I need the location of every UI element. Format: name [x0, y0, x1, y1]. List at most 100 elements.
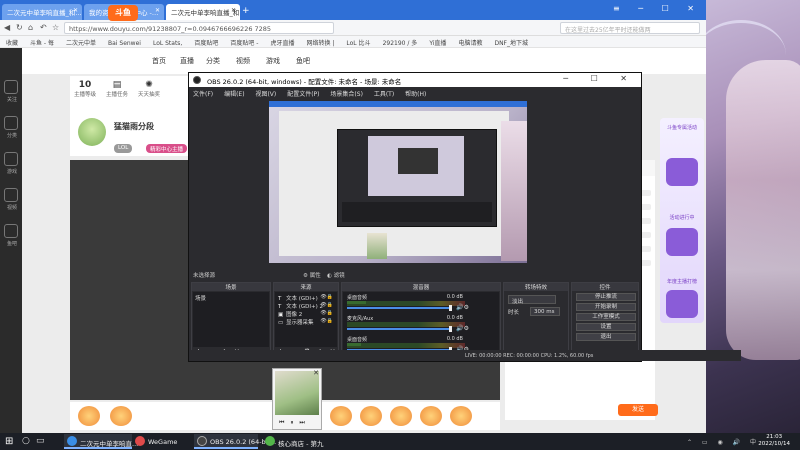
- bookmark-item[interactable]: LoL Stats,: [147, 38, 188, 47]
- taskbar-app-browser[interactable]: 二次元中单李响直...: [64, 434, 138, 449]
- menu-profile[interactable]: 配置文件(P): [287, 91, 319, 98]
- mixer-controls-icon[interactable]: 🔊⚙: [456, 325, 469, 332]
- mixer-controls-icon[interactable]: 🔊⚙: [456, 304, 469, 311]
- nav-live[interactable]: 直播: [180, 56, 194, 66]
- nav-video[interactable]: 视频: [236, 56, 250, 66]
- menu-edit[interactable]: 编辑(E): [224, 91, 244, 98]
- bookmark-item[interactable]: 网络转换 |: [300, 36, 340, 47]
- streamer-name[interactable]: 猛猫雨分段: [114, 121, 154, 132]
- stat-level[interactable]: 10 主播等级: [70, 80, 100, 98]
- task-view-icon[interactable]: ▭: [36, 436, 45, 446]
- browser-window-controls[interactable]: ≡ ─ ☐ ✕: [613, 4, 702, 13]
- browser-tab-3[interactable]: 二次元中单李响直播_和… ✕: [166, 4, 240, 20]
- nav-category[interactable]: 分类: [206, 56, 220, 66]
- gift-icon[interactable]: [78, 406, 100, 426]
- obs-window-controls[interactable]: ─ ☐ ✕: [563, 74, 637, 83]
- taskbar-app-wegame[interactable]: WeGame: [132, 434, 192, 449]
- duration-input[interactable]: 300 ms: [530, 307, 560, 316]
- taskbar-clock[interactable]: 21:03 2022/10/14: [758, 434, 790, 448]
- close-icon[interactable]: ✕: [313, 369, 319, 377]
- bookmark-item[interactable]: 292190 / 多: [377, 36, 424, 47]
- eye-icon[interactable]: 👁🔒: [320, 318, 333, 324]
- obs-preview-canvas[interactable]: [269, 101, 527, 263]
- home-icon[interactable]: ⌂: [28, 23, 33, 32]
- nav-game[interactable]: 游戏: [266, 56, 280, 66]
- taskbar-app-obs[interactable]: OBS 26.0.2 (64-bit...: [194, 434, 276, 449]
- close-icon[interactable]: ✕: [231, 7, 236, 14]
- eye-icon[interactable]: 👁🔒: [320, 310, 333, 316]
- source-item[interactable]: T 文本 (GDI+): [278, 294, 318, 302]
- gift-icon[interactable]: [110, 406, 132, 426]
- stop-streaming-button[interactable]: 停止推流: [576, 293, 636, 301]
- bookmark-item[interactable]: Yi直播: [423, 36, 452, 47]
- gift-icon[interactable]: [360, 406, 382, 426]
- streamer-avatar[interactable]: [78, 118, 106, 146]
- bookmark-item[interactable]: 二次元中单: [60, 36, 102, 47]
- bookmark-item[interactable]: 百度贴吧: [188, 36, 224, 47]
- bookmark-item[interactable]: DNF_地下城: [488, 36, 534, 47]
- sidebar-item-follow[interactable]: 关注: [4, 80, 18, 103]
- start-recording-button[interactable]: 开始录制: [576, 303, 636, 311]
- source-item[interactable]: ▣ 图像 2: [278, 310, 302, 318]
- bookmark-item[interactable]: 百度贴吧 -: [224, 36, 264, 47]
- properties-button[interactable]: ⚙ 属性: [303, 271, 321, 279]
- close-icon[interactable]: ✕: [73, 7, 78, 14]
- obs-titlebar[interactable]: OBS 26.0.2 (64-bit, windows) - 配置文件: 未命名…: [189, 73, 641, 87]
- studio-mode-button[interactable]: 工作室模式: [576, 313, 636, 321]
- menu-help[interactable]: 帮助(H): [405, 91, 426, 98]
- menu-view[interactable]: 视图(V): [255, 91, 276, 98]
- search-input[interactable]: 在这里过去25亿年平时还能做两: [560, 22, 700, 34]
- system-tray[interactable]: ⌃ ▭ ◉ 🔊 中: [687, 437, 760, 446]
- search-icon[interactable]: ○: [22, 436, 30, 446]
- bookmark-item[interactable]: LoL 比斗: [340, 36, 376, 47]
- stat-task[interactable]: ▤ 主播任务: [102, 80, 132, 98]
- sidebar-item-category[interactable]: 分类: [4, 116, 18, 139]
- send-button[interactable]: 发送: [618, 404, 658, 416]
- sidebar-item-video[interactable]: 视频: [4, 188, 18, 211]
- volume-slider-knob[interactable]: [449, 326, 452, 332]
- url-input[interactable]: https://www.douyu.com/91238807_r=0.09467…: [64, 22, 334, 34]
- douyu-logo[interactable]: 斗鱼: [108, 5, 138, 21]
- room-tag-1[interactable]: LOL: [114, 144, 133, 153]
- new-tab-button[interactable]: +: [242, 6, 252, 16]
- bookmark-item[interactable]: 收藏: [0, 36, 24, 47]
- gift-icon[interactable]: [330, 406, 352, 426]
- gift-icon[interactable]: [450, 406, 472, 426]
- bookmark-item[interactable]: 电脑请教: [452, 36, 488, 47]
- back-icon[interactable]: ◀: [4, 23, 10, 32]
- media-controls[interactable]: ⏮⏸⏭: [279, 419, 311, 427]
- volume-slider[interactable]: [347, 328, 451, 330]
- sidebar-item-yuba[interactable]: 鱼吧: [4, 224, 18, 247]
- menu-tools[interactable]: 工具(T): [374, 91, 394, 98]
- volume-slider-knob[interactable]: [449, 305, 452, 311]
- gift-icon[interactable]: [420, 406, 442, 426]
- nav-home[interactable]: 首页: [152, 56, 166, 66]
- bookmark-item[interactable]: 斗鱼 - 每: [24, 36, 60, 47]
- media-thumbnail[interactable]: [275, 371, 319, 415]
- eye-icon[interactable]: 👁🔒: [320, 294, 333, 300]
- source-item[interactable]: ▭ 显示器采集: [278, 318, 314, 326]
- volume-slider[interactable]: [347, 307, 451, 309]
- promo-badge[interactable]: [666, 290, 698, 318]
- scene-item[interactable]: 场景: [195, 294, 206, 302]
- browser-tab-1[interactable]: 二次元中单李响直播_和… ✕: [2, 4, 82, 20]
- nav-yuba[interactable]: 鱼吧: [296, 56, 310, 66]
- menu-file[interactable]: 文件(F): [193, 91, 213, 98]
- sidebar-item-game[interactable]: 游戏: [4, 152, 18, 175]
- taskbar-app-store[interactable]: 核心商店 - 第九: [262, 434, 328, 449]
- undo-icon[interactable]: ↶: [40, 23, 47, 32]
- filters-button[interactable]: ◐ 滤镜: [327, 271, 345, 279]
- transition-select[interactable]: 淡出: [508, 295, 556, 305]
- windows-start-icon[interactable]: ⊞: [5, 436, 13, 447]
- promo-badge[interactable]: [666, 158, 698, 186]
- source-item[interactable]: T 文本 (GDI+) 2: [278, 302, 323, 310]
- settings-button[interactable]: 设置: [576, 323, 636, 331]
- refresh-icon[interactable]: ↻: [16, 23, 23, 32]
- bookmark-item[interactable]: Bai Senwei: [102, 38, 147, 47]
- gift-icon[interactable]: [390, 406, 412, 426]
- close-icon[interactable]: ✕: [155, 7, 160, 14]
- stat-lottery[interactable]: ✺ 天天抽奖: [134, 80, 164, 98]
- eye-icon[interactable]: 👁🔒: [320, 302, 333, 308]
- promo-badge[interactable]: [666, 228, 698, 256]
- room-tag-2[interactable]: 精彩中心主播: [146, 144, 188, 153]
